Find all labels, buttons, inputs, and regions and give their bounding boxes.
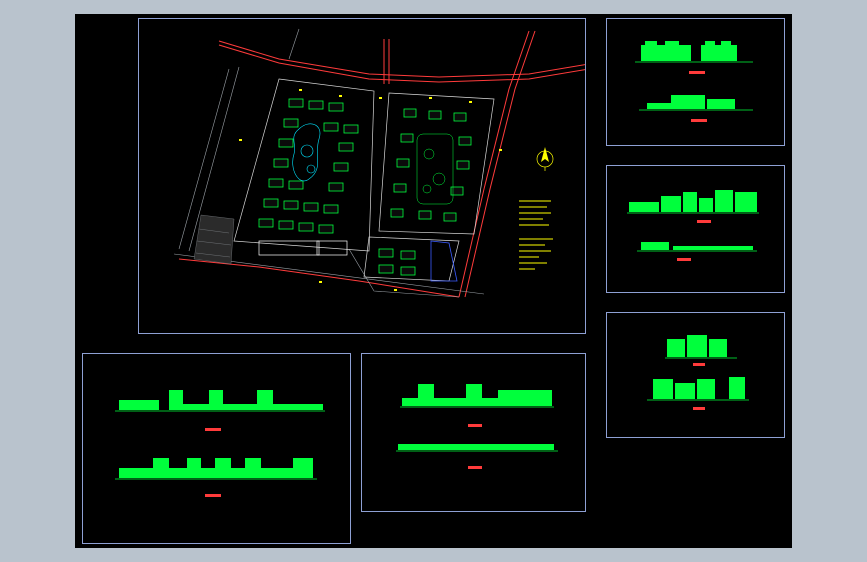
north-arrow-icon (536, 147, 554, 171)
hatch-area (193, 214, 235, 265)
elevation-drawing-3 (647, 335, 749, 410)
legend-block (519, 200, 553, 270)
site-plan-drawing (173, 28, 585, 298)
south-block (258, 240, 348, 256)
cad-drawing-canvas[interactable] (75, 14, 792, 548)
blue-plot (430, 240, 458, 282)
elevation-viewport-bottom-center[interactable] (361, 353, 586, 512)
elevation-drawing-5 (396, 384, 558, 469)
elevation-viewport-top-right[interactable] (606, 18, 785, 146)
right-park (416, 133, 454, 205)
elevation-drawing-2 (627, 190, 759, 261)
elevation-viewport-bottom-left[interactable] (82, 353, 351, 544)
elevation-buildings (398, 384, 554, 450)
elevation-buildings (629, 190, 757, 250)
elevation-drawing-4 (115, 390, 325, 497)
elevation-buildings (641, 41, 737, 109)
central-garden (292, 123, 321, 182)
elevation-viewport-bottom-right[interactable] (606, 312, 785, 438)
buildings-south (378, 248, 416, 276)
elevation-drawing-1 (635, 41, 753, 122)
elevation-viewport-mid-right[interactable] (606, 165, 785, 293)
elevation-buildings (653, 335, 745, 399)
elevation-buildings (119, 390, 323, 478)
site-plan-viewport[interactable] (138, 18, 586, 334)
title-labels (677, 220, 711, 261)
